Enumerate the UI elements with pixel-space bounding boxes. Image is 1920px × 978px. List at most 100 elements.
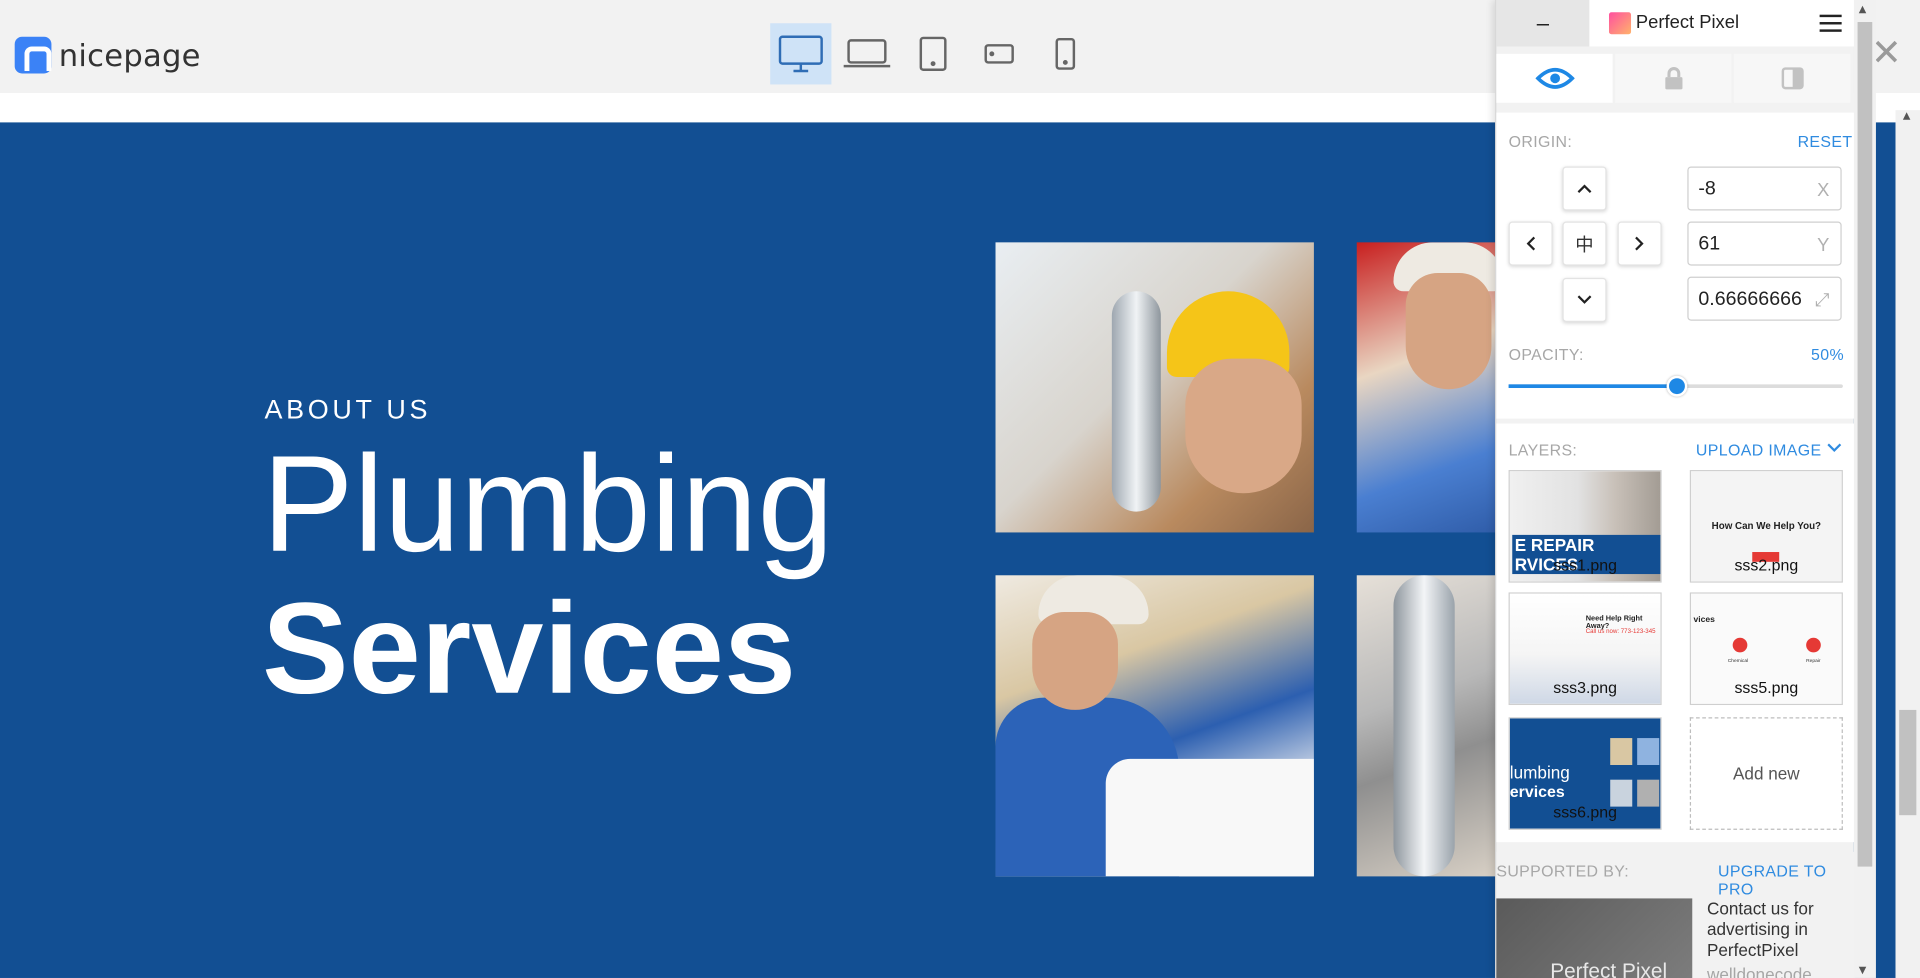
layer-preview-dot: [1806, 637, 1821, 653]
hamburger-menu-icon[interactable]: [1819, 14, 1842, 32]
page-scrollbar[interactable]: ▲: [1895, 110, 1920, 978]
layer-preview-photo: [1610, 738, 1633, 765]
perfect-pixel-logo-icon: [1608, 12, 1632, 35]
face-shape: [1405, 272, 1492, 390]
scroll-down-arrow-icon[interactable]: ▼: [1859, 965, 1867, 976]
phone-landscape-view-button[interactable]: [969, 23, 1030, 84]
resize-icon: ⤢: [1814, 290, 1830, 311]
panel-title: Perfect Pixel: [1635, 12, 1740, 34]
hero-title-line2: Services: [262, 576, 797, 721]
chevron-up-icon: [1577, 184, 1592, 193]
chevron-down-icon[interactable]: [1827, 443, 1842, 453]
ad-banner[interactable]: Perfect Pixel: [1496, 898, 1693, 978]
chevron-right-icon: [1635, 236, 1644, 251]
hero-kicker: ABOUT US: [264, 394, 432, 425]
lock-icon: [1664, 67, 1682, 90]
panel-scrollbar[interactable]: ▲ ▼: [1853, 0, 1876, 978]
move-right-button[interactable]: [1617, 221, 1662, 266]
layer-thumb-sss6[interactable]: lumbing ervices sss6.png: [1508, 717, 1662, 830]
phone-view-button[interactable]: [1035, 23, 1096, 84]
invert-icon: [1781, 67, 1804, 90]
phone-icon: [1055, 37, 1076, 70]
reset-link[interactable]: RESET: [1798, 132, 1853, 150]
layer-thumb-sss2[interactable]: How Can We Help You? sss2.png: [1689, 470, 1843, 583]
perfect-pixel-panel: – Perfect Pixel ORIGIN: RESET 中 -8 X 61 …: [1495, 0, 1856, 978]
layer-thumb-sss1[interactable]: E REPAIR RVICES sss1.png: [1508, 470, 1662, 583]
layer-preview-text: lumbing: [1509, 762, 1570, 783]
page-scrollbar-thumb[interactable]: [1899, 709, 1917, 816]
layer-preview-photo: [1637, 738, 1660, 765]
scale-input[interactable]: 0.66666666 ⤢: [1687, 276, 1842, 321]
layer-thumb-sss3[interactable]: Need Help Right Away? Call us now: 773-1…: [1508, 592, 1662, 706]
photo-plumber-hardhat: [995, 242, 1314, 533]
photo-plumber-sink: [995, 575, 1314, 877]
ad-link[interactable]: welldonecode: [1707, 965, 1812, 978]
opacity-label: OPACITY:: [1508, 345, 1584, 364]
layers-section: LAYERS: UPLOAD IMAGE E REPAIR RVICES sss…: [1496, 423, 1856, 843]
y-offset-input[interactable]: 61 Y: [1687, 221, 1842, 266]
layer-name: sss1.png: [1553, 555, 1617, 575]
layer-preview-subtext: Call us now: 773-123-345: [1585, 627, 1656, 636]
upload-image-link[interactable]: UPLOAD IMAGE: [1696, 441, 1822, 459]
layer-thumb-sss5[interactable]: vices Chemical Repair sss5.png: [1689, 592, 1843, 706]
add-new-layer-button[interactable]: Add new: [1689, 717, 1843, 830]
layer-preview-text: How Can We Help You?: [1711, 520, 1822, 532]
x-offset-value: -8: [1698, 178, 1716, 200]
tab-lock[interactable]: [1615, 53, 1732, 103]
center-icon: 中: [1575, 233, 1594, 256]
chevron-down-icon: [1577, 295, 1592, 304]
ad-text: Contact us for advertising in PerfectPix…: [1706, 898, 1814, 960]
center-button[interactable]: 中: [1562, 221, 1607, 266]
device-switcher: [770, 23, 1101, 85]
tab-invert[interactable]: [1733, 53, 1851, 103]
move-left-button[interactable]: [1508, 221, 1553, 266]
desktop-icon: [778, 35, 823, 73]
scroll-up-arrow-icon[interactable]: ▲: [1859, 4, 1867, 15]
layer-name: sss2.png: [1734, 555, 1799, 575]
y-offset-value: 61: [1698, 233, 1721, 255]
face-shape: [1032, 612, 1118, 710]
move-down-button[interactable]: [1562, 277, 1607, 322]
tablet-view-button[interactable]: [902, 23, 963, 84]
layers-label: LAYERS:: [1508, 440, 1578, 459]
layer-preview-text: Chemical: [1727, 657, 1749, 664]
panel-header: – Perfect Pixel: [1496, 0, 1856, 47]
layer-preview-dot: [1732, 637, 1748, 653]
tablet-icon: [919, 36, 947, 71]
panel-scrollbar-thumb[interactable]: [1857, 22, 1873, 867]
layer-preview-text: ervices: [1509, 782, 1565, 801]
pipe-shape: [1393, 575, 1455, 877]
move-up-button[interactable]: [1562, 166, 1607, 211]
opacity-slider-knob[interactable]: [1665, 375, 1687, 397]
origin-label: ORIGIN:: [1508, 132, 1573, 151]
opacity-slider[interactable]: [1508, 375, 1843, 397]
face-shape: [1185, 358, 1302, 494]
scroll-up-arrow-icon[interactable]: ▲: [1903, 110, 1911, 121]
eye-icon: [1534, 67, 1575, 89]
nicepage-logo-icon: [14, 36, 52, 74]
sink-shape: [1105, 758, 1314, 877]
photo-plumber-smiling: [1356, 242, 1504, 533]
origin-controls: ORIGIN: RESET 中 -8 X 61 Y 0.66666666 ⤢ O…: [1496, 112, 1856, 419]
phone-landscape-icon: [984, 44, 1014, 64]
laptop-icon: [843, 39, 891, 68]
layer-name: sss6.png: [1553, 802, 1617, 822]
minimize-button[interactable]: –: [1496, 0, 1590, 47]
panel-title-area: Perfect Pixel: [1589, 0, 1856, 47]
panel-tabs: [1496, 53, 1855, 103]
pipe-shape: [1111, 291, 1161, 512]
tab-visibility[interactable]: [1496, 53, 1613, 103]
upgrade-to-pro-link[interactable]: UPGRADE TO PRO: [1718, 862, 1855, 899]
hero-title-line1: Plumbing: [262, 427, 834, 581]
laptop-view-button[interactable]: [836, 23, 897, 84]
scale-value: 0.66666666: [1698, 288, 1802, 310]
layer-name: sss3.png: [1553, 678, 1617, 697]
ad-banner-text: Perfect Pixel: [1550, 959, 1668, 978]
x-unit: X: [1817, 179, 1830, 201]
supported-by-label: SUPPORTED BY:: [1496, 861, 1630, 881]
layer-name: sss5.png: [1734, 678, 1799, 697]
nicepage-logo[interactable]: nicepage: [14, 36, 201, 74]
desktop-view-button[interactable]: [770, 23, 832, 85]
x-offset-input[interactable]: -8 X: [1687, 166, 1842, 211]
logo-text: nicepage: [58, 37, 201, 73]
